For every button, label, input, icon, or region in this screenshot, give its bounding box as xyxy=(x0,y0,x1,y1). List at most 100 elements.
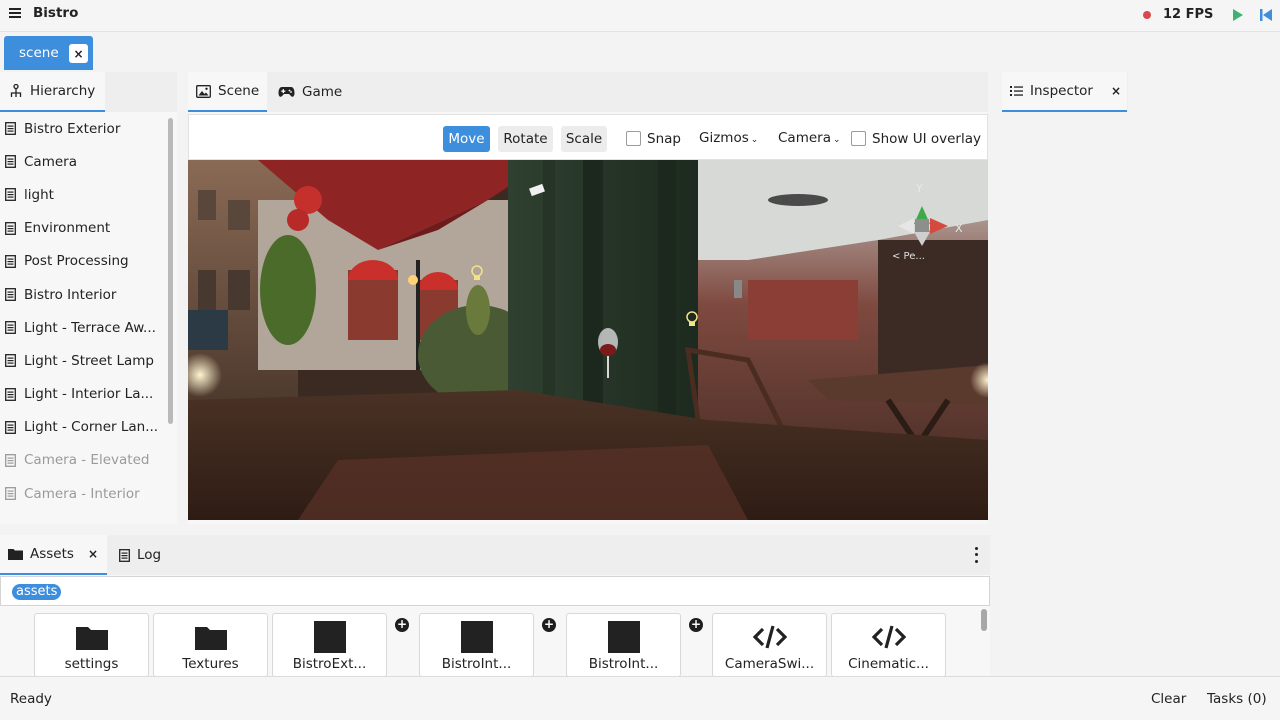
document-icon xyxy=(5,354,16,368)
asset-item-label: Textures xyxy=(182,656,239,672)
hierarchy-item[interactable]: Bistro Exterior xyxy=(0,112,166,145)
inspector-tab-strip: Inspector × xyxy=(1002,72,1128,112)
document-tab-label: scene xyxy=(19,45,59,61)
hierarchy-item[interactable]: Light - Corner Lan... xyxy=(0,411,166,444)
hierarchy-item-label: Camera - Interior xyxy=(24,485,140,502)
scene-toolbar: Move Rotate Scale Snap Gizmos ⌄ Camera ⌄ S… xyxy=(188,114,988,160)
hierarchy-scrollbar[interactable] xyxy=(168,118,173,424)
list-icon xyxy=(1010,85,1023,97)
play-icon xyxy=(1233,9,1243,21)
hierarchy-item[interactable]: Light - Terrace Aw... xyxy=(0,311,166,344)
document-tab-scene[interactable]: scene × xyxy=(4,36,93,70)
asset-item-label: CameraSwi... xyxy=(724,656,815,672)
model-thumbnail-icon xyxy=(273,620,386,654)
clear-button[interactable]: Clear xyxy=(1151,691,1186,707)
chevron-down-icon: ⌄ xyxy=(750,135,759,145)
add-instance-icon[interactable]: + xyxy=(542,618,556,632)
document-tab-bar: scene × xyxy=(0,33,1280,71)
hierarchy-item[interactable]: Camera - Interior xyxy=(0,477,166,510)
hierarchy-item[interactable]: Camera - Elevated xyxy=(0,444,166,477)
asset-item[interactable]: settings xyxy=(34,613,149,677)
snap-label: Snap xyxy=(647,131,681,147)
document-icon xyxy=(5,288,16,301)
tab-label: Scene xyxy=(218,83,260,99)
gizmos-label: Gizmos xyxy=(699,130,749,146)
asset-item-label: settings xyxy=(64,656,119,672)
asset-item[interactable]: BistroInt... xyxy=(419,613,534,677)
hierarchy-item-label: Light - Corner Lan... xyxy=(24,419,159,436)
hierarchy-panel: Hierarchy Bistro Exterior Camera light Envi… xyxy=(0,72,177,524)
show-ui-overlay-checkbox[interactable] xyxy=(851,131,866,146)
app-title: Bistro xyxy=(33,5,79,21)
move-tool-button[interactable]: Move xyxy=(443,126,490,152)
hierarchy-item[interactable]: light xyxy=(0,178,166,211)
inspector-panel: Inspector × xyxy=(1002,72,1128,524)
hierarchy-tree-icon xyxy=(9,84,23,98)
gamepad-icon xyxy=(278,86,295,98)
scene-tab-strip: Scene Game xyxy=(188,72,988,112)
asset-item[interactable]: Textures xyxy=(153,613,268,677)
hierarchy-item[interactable]: Environment xyxy=(0,212,166,245)
tasks-button[interactable]: Tasks (0) xyxy=(1207,691,1267,707)
scene-viewport[interactable]: Y X < Pe... xyxy=(188,160,988,520)
hierarchy-item[interactable]: Light - Street Lamp xyxy=(0,344,166,377)
camera-dropdown[interactable]: Camera ⌄ xyxy=(778,130,841,146)
document-icon xyxy=(5,155,16,169)
hierarchy-item[interactable]: Bistro Interior xyxy=(0,278,166,311)
hierarchy-item-label: Light - Street Lamp xyxy=(24,352,154,369)
play-button[interactable] xyxy=(1229,6,1247,24)
tab-scene[interactable]: Scene xyxy=(188,72,267,112)
hierarchy-item[interactable]: Camera xyxy=(0,145,166,178)
assets-scrollbar[interactable] xyxy=(981,609,987,631)
gizmo-x-label: X xyxy=(955,222,963,235)
document-icon xyxy=(5,454,16,467)
snap-checkbox[interactable] xyxy=(626,131,641,146)
asset-item[interactable]: CameraSwi... xyxy=(712,613,827,677)
tab-inspector[interactable]: Inspector × xyxy=(1002,72,1127,112)
skip-to-start-button[interactable] xyxy=(1257,6,1275,24)
tab-hierarchy[interactable]: Hierarchy xyxy=(0,72,105,112)
gizmo-y-label: Y xyxy=(915,182,923,195)
hierarchy-item-label: Camera xyxy=(24,153,77,170)
hierarchy-item[interactable]: Post Processing xyxy=(0,245,166,278)
status-bar: Ready Clear Tasks (0) xyxy=(0,676,1280,720)
asset-item-label: BistroInt... xyxy=(441,656,512,672)
tab-label: Hierarchy xyxy=(30,83,96,99)
folder-icon xyxy=(154,620,267,654)
close-icon[interactable]: × xyxy=(1111,84,1121,98)
hierarchy-item-label: light xyxy=(24,186,54,203)
asset-item[interactable]: BistroInt... xyxy=(566,613,681,677)
hierarchy-list: Bistro Exterior Camera light Environment Pos… xyxy=(0,112,166,510)
asset-grid: settings Textures BistroExt... + BistroInt..… xyxy=(0,535,990,677)
hierarchy-item[interactable]: Light - Interior La... xyxy=(0,378,166,411)
gizmos-dropdown[interactable]: Gizmos ⌄ xyxy=(699,130,758,146)
rotate-tool-button[interactable]: Rotate xyxy=(498,126,553,152)
assets-panel: Assets × Log assets settings Textures Bist… xyxy=(0,535,990,677)
code-icon xyxy=(713,620,826,654)
document-icon xyxy=(5,122,16,136)
status-text: Ready xyxy=(10,691,52,707)
hamburger-menu-icon[interactable] xyxy=(7,6,23,22)
tab-game[interactable]: Game xyxy=(269,72,349,112)
add-instance-icon[interactable]: + xyxy=(395,618,409,632)
record-indicator-icon xyxy=(1143,11,1151,19)
close-icon[interactable]: × xyxy=(69,44,88,63)
image-icon xyxy=(196,84,211,98)
gizmo-persp-label: < Pe... xyxy=(892,251,925,262)
add-instance-icon[interactable]: + xyxy=(689,618,703,632)
asset-item[interactable]: Cinematic... xyxy=(831,613,946,677)
fps-counter: 12 FPS xyxy=(1163,7,1214,22)
document-icon xyxy=(5,221,16,235)
document-icon xyxy=(5,487,16,501)
hierarchy-item-label: Bistro Exterior xyxy=(24,120,121,137)
tab-label: Game xyxy=(302,84,343,100)
hierarchy-item-label: Light - Terrace Aw... xyxy=(24,319,156,336)
asset-item-label: BistroInt... xyxy=(588,656,659,672)
scene-render: Y X < Pe... xyxy=(188,160,988,520)
scale-tool-button[interactable]: Scale xyxy=(561,126,607,152)
show-ui-overlay-label: Show UI overlay xyxy=(872,131,981,147)
asset-item[interactable]: BistroExt... xyxy=(272,613,387,677)
model-thumbnail-icon xyxy=(420,620,533,654)
code-icon xyxy=(832,620,945,654)
skip-back-icon xyxy=(1259,9,1272,21)
